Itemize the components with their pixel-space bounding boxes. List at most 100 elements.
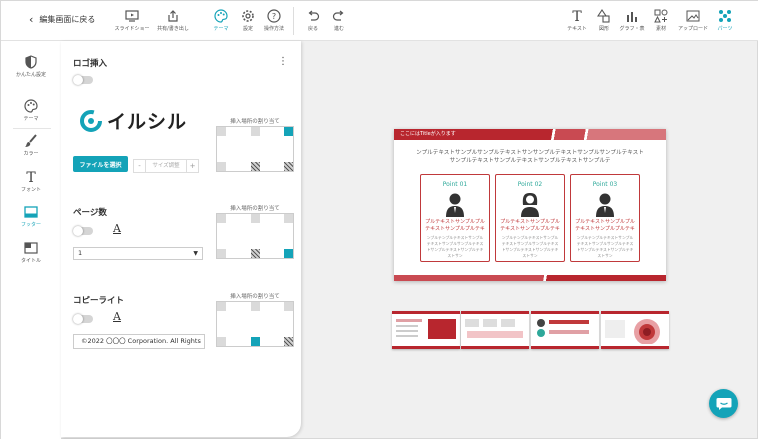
page-number-select[interactable]: 1 ▼	[73, 247, 203, 260]
point-label: Point 03	[592, 181, 618, 188]
position-cell-top-left[interactable]	[217, 302, 226, 311]
copyright-input[interactable]: ©2022 〇〇〇 Corporation. All Rights	[73, 334, 205, 349]
point-card: Point 01 プルテキストサンプルプルテキストサンプルプルテキ ンプルテンプ…	[420, 174, 490, 262]
logo-text: イルシル	[107, 111, 188, 133]
person-female-icon	[496, 191, 564, 217]
slideshow-button[interactable]: スライドショー	[113, 7, 151, 32]
position-cell-top-right[interactable]	[284, 214, 293, 223]
point-card: Point 02 プルテキストサンプルプルテキストサンプルプルテキ ンプルテンプ…	[495, 174, 565, 262]
logo-toggle[interactable]	[73, 75, 93, 85]
parts-icon	[706, 7, 744, 25]
thumbnail-footer	[392, 346, 460, 349]
page-number-toggle[interactable]	[73, 226, 93, 236]
thumbnail-content	[605, 319, 660, 345]
person-male-icon	[421, 191, 489, 217]
position-cell-bottom-right[interactable]	[284, 249, 293, 258]
position-cell-bottom-center[interactable]	[251, 249, 260, 258]
position-cell-top-center[interactable]	[251, 127, 260, 136]
sidebar-label-footer: フッター	[20, 222, 41, 228]
position-cell-bottom-left[interactable]	[217, 249, 226, 258]
size-decrease-button[interactable]: -	[134, 160, 145, 172]
logo-preview: イルシル	[80, 107, 187, 134]
svg-text:T: T	[26, 170, 36, 184]
choose-file-button[interactable]: ファイルを選択	[73, 156, 128, 172]
svg-text:?: ?	[272, 12, 276, 21]
position-cell-top-left[interactable]	[217, 127, 226, 136]
position-cell-top-center[interactable]	[251, 214, 260, 223]
share-export-button[interactable]: 共有/書き出し	[154, 7, 192, 32]
page-number-text-style-icon[interactable]: A	[113, 222, 121, 235]
sidebar-item-font[interactable]: T フォント	[1, 169, 61, 193]
slide-preview[interactable]: ここにはTitleが入ります ンプルテキストサンプルサンプルテキストサンサンプル…	[394, 129, 666, 281]
position-cell-top-right[interactable]	[284, 302, 293, 311]
sidebar-label-font: フォント	[20, 187, 41, 193]
thumbnail-content	[396, 319, 456, 339]
parts-label: パーツ	[717, 26, 733, 32]
help-button[interactable]: ? 操作方法	[255, 7, 293, 32]
slide-thumbnail[interactable]	[601, 311, 669, 349]
back-to-editor-button[interactable]: ‹ 編集画面に戻る	[29, 14, 95, 25]
logo-mark-icon	[80, 109, 102, 132]
svg-text:T: T	[572, 9, 582, 23]
page-number-select-value: 1	[78, 249, 83, 257]
position-cell-top-right[interactable]	[284, 127, 293, 136]
point-gray-text: ンプルテンプルテキストサンプルテキストサンプルサンプルテキストサンプルテキストサ…	[426, 235, 484, 258]
sidebar-item-title[interactable]: タイトル	[1, 240, 61, 264]
chat-support-button[interactable]	[709, 389, 738, 418]
slide-thumbnail[interactable]	[531, 311, 599, 349]
sidebar-item-color[interactable]: カラー	[1, 133, 61, 157]
copyright-text-style-icon[interactable]: A	[113, 310, 121, 323]
slide-thumbnail[interactable]	[461, 311, 529, 349]
more-options-icon[interactable]: ⋮	[278, 56, 288, 67]
sidebar-label-theme: テーマ	[23, 116, 39, 122]
size-increase-button[interactable]: +	[187, 160, 198, 172]
size-adjust-label: サイズ調整	[145, 160, 187, 172]
copyright-section-title: コピーライト	[73, 296, 125, 306]
redo-button[interactable]: 進む	[320, 7, 358, 32]
logo-size-stepper: - サイズ調整 +	[133, 159, 199, 173]
page-number-position-grid	[216, 213, 294, 259]
slide-thumbnail[interactable]	[392, 311, 460, 349]
chevron-left-icon: ‹	[29, 12, 34, 26]
brush-icon	[1, 133, 61, 149]
position-cell-bottom-center[interactable]	[251, 162, 260, 171]
sidebar-item-footer[interactable]: フッター	[1, 204, 61, 228]
palette-icon	[1, 98, 61, 114]
help-icon: ?	[255, 7, 293, 25]
thumbnail-footer	[461, 346, 529, 349]
settings-sidebar: かんたん設定 テーマ カラー T フォント フッター タイトル	[1, 41, 61, 439]
sidebar-label-easy-setup: かんたん設定	[15, 72, 46, 78]
position-cell-bottom-center[interactable]	[251, 337, 260, 346]
copyright-position-label: 挿入場所の割り当て	[230, 294, 280, 300]
copyright-toggle[interactable]	[73, 314, 93, 324]
shield-icon	[1, 54, 61, 70]
point-gray-text: ンプルテンプルテキストサンプルテキストサンプルサンプルテキストサンプルテキストサ…	[501, 235, 559, 258]
logo-section-title: ロゴ挿入	[73, 59, 108, 69]
point-red-text: プルテキストサンプルプルテキストサンプルプルテキ	[500, 219, 560, 232]
point-label: Point 02	[517, 181, 543, 188]
position-cell-bottom-right[interactable]	[284, 162, 293, 171]
thumbnail-content	[465, 319, 523, 338]
sidebar-label-title: タイトル	[20, 258, 41, 264]
position-cell-bottom-left[interactable]	[217, 337, 226, 346]
slide-body-text: ンプルテキストサンプルサンプルテキストサンサンプルテキストサンプルサンプルテキス…	[416, 150, 644, 164]
position-cell-top-left[interactable]	[217, 214, 226, 223]
position-cell-bottom-right[interactable]	[284, 337, 293, 346]
back-label: 編集画面に戻る	[39, 15, 96, 24]
title-layout-icon	[1, 240, 61, 256]
page-number-position-label: 挿入場所の割り当て	[230, 206, 280, 212]
position-cell-top-center[interactable]	[251, 302, 260, 311]
font-icon: T	[1, 169, 61, 185]
point-card: Point 03 プルテキストサンプルプルテキストサンプルプルテキ ンプルテンプ…	[570, 174, 640, 262]
slideshow-icon	[113, 7, 151, 25]
sidebar-item-easy-setup[interactable]: かんたん設定	[1, 54, 61, 78]
page-number-section-title: ページ数	[73, 208, 107, 218]
sidebar-divider	[13, 128, 51, 129]
parts-button[interactable]: パーツ	[706, 7, 744, 32]
chat-bubble-icon	[716, 397, 731, 410]
redo-label: 進む	[333, 26, 344, 32]
logo-position-grid	[216, 126, 294, 172]
sidebar-item-theme[interactable]: テーマ	[1, 98, 61, 122]
position-cell-bottom-left[interactable]	[217, 162, 226, 171]
slide-footer-band	[394, 275, 666, 281]
